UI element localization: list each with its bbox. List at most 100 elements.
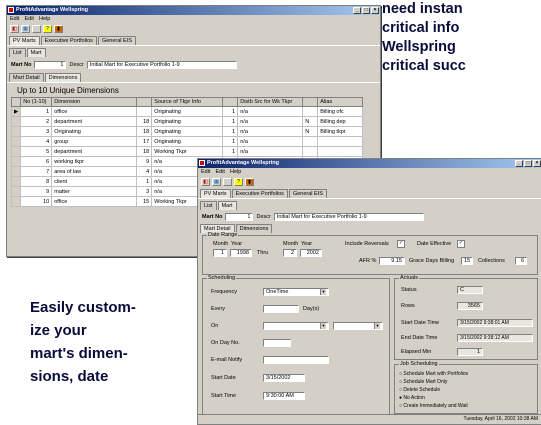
grace-days-field[interactable]: 15 — [461, 257, 473, 265]
table-row[interactable]: 2 department 18 Originating 1 n/a N Billing dep — [10, 116, 363, 127]
blank-icon[interactable] — [223, 178, 232, 186]
cell-source-count[interactable]: 1 — [222, 126, 239, 137]
date-effective-checkbox[interactable]: ✓ — [457, 240, 465, 248]
tab-dimensions[interactable]: Dimensions — [235, 224, 273, 233]
column-header-dimension[interactable]: Dimension — [51, 97, 138, 107]
menu-item-edit[interactable]: Edit — [201, 168, 210, 176]
every-field[interactable] — [263, 305, 299, 313]
on-day-no-field[interactable] — [263, 339, 291, 347]
column-header-no[interactable]: No (1-10) — [20, 97, 53, 107]
to-year-field[interactable]: 2002 — [300, 249, 322, 257]
chevron-down-icon[interactable]: ▼ — [320, 323, 326, 329]
title-bar[interactable]: ProfitAdvantage Wellspring _ □ × — [198, 159, 541, 168]
cell-dim-count[interactable]: 18 — [136, 116, 153, 127]
descr-field[interactable]: Initial Mart for Executive Portfolio 1-9 — [273, 213, 424, 221]
tab-pv-marts[interactable]: PV Marts — [200, 189, 231, 198]
tab-pv-marts[interactable]: PV Marts — [9, 36, 40, 45]
menu-item-edit-2[interactable]: Edit — [215, 168, 224, 176]
radio-create-immediately[interactable]: ○ Create Immediately and Wait — [399, 402, 468, 410]
cell-alias[interactable]: Billing dep — [317, 116, 363, 127]
minimize-icon[interactable]: _ — [515, 160, 523, 167]
cell-alias[interactable]: Billing tkpr — [317, 126, 363, 137]
cell-source[interactable]: Working Tkpr — [151, 146, 224, 157]
maximize-icon[interactable]: □ — [362, 7, 370, 14]
mart-no-field[interactable]: 1 — [225, 213, 254, 221]
from-month-field[interactable]: 1 — [213, 249, 227, 257]
cell-source-count[interactable]: 1 — [222, 146, 239, 157]
minimize-icon[interactable]: _ — [353, 7, 361, 14]
cell-dim-count[interactable]: 1 — [136, 176, 153, 187]
cell-no[interactable]: 7 — [20, 166, 53, 177]
email-notify-field[interactable] — [263, 356, 329, 364]
column-header-distb-src[interactable]: Distb Src for Wk Tkpr — [237, 97, 304, 107]
cell-flag[interactable]: N — [302, 126, 319, 137]
cell-dimension[interactable]: area of law — [51, 166, 138, 177]
cell-no[interactable]: 5 — [20, 146, 53, 157]
table-row[interactable]: 3 Originating 18 Originating 1 n/a N Billing tk… — [10, 126, 363, 137]
frequency-select[interactable]: OneTime ▼ — [263, 288, 329, 296]
help-icon[interactable]: ? — [234, 178, 243, 186]
cell-source[interactable]: Originating — [151, 116, 224, 127]
cell-no[interactable]: 8 — [20, 176, 53, 187]
radio-schedule-with-portfolios[interactable]: ○ Schedule Mart with Portfolios — [399, 370, 468, 378]
start-time-field[interactable]: 9:30:00 AM — [263, 392, 305, 400]
maximize-icon[interactable]: □ — [524, 160, 532, 167]
cell-distb-src[interactable]: n/a — [237, 106, 304, 117]
descr-field[interactable]: Initial Mart for Executive Portfolio 1-9 — [86, 61, 237, 69]
cell-dimension[interactable]: department — [51, 146, 138, 157]
tab-mart[interactable]: Mart — [26, 48, 46, 57]
cell-dim-count[interactable]: 17 — [136, 136, 153, 147]
cell-dimension[interactable]: Originating — [51, 126, 138, 137]
cell-source[interactable]: Originating — [151, 106, 224, 117]
cell-dimension[interactable]: matter — [51, 186, 138, 197]
cell-no[interactable]: 3 — [20, 126, 53, 137]
cell-dim-count[interactable]: 15 — [136, 196, 153, 207]
cell-source-count[interactable]: 1 — [222, 116, 239, 127]
tab-list[interactable]: List — [200, 201, 217, 210]
on-select[interactable]: ▼ — [263, 322, 329, 330]
cell-distb-src[interactable]: n/a — [237, 126, 304, 137]
radio-schedule-mart-only[interactable]: ○ Schedule Mart Only — [399, 378, 468, 386]
cell-flag[interactable] — [302, 136, 319, 147]
table-row[interactable]: 4 group 17 Originating 1 n/a — [10, 136, 363, 147]
tab-mart-detail[interactable]: Mart Detail — [9, 73, 44, 82]
collections-field[interactable]: 6 — [515, 257, 527, 265]
cell-distb-src[interactable]: n/a — [237, 146, 304, 157]
menu-item-edit-2[interactable]: Edit — [24, 15, 33, 23]
title-bar[interactable]: ProfitAdvantage Wellspring _ □ × — [7, 6, 380, 15]
tab-executive-portfolios[interactable]: Executive Portfolios — [40, 36, 97, 45]
cell-distb-src[interactable]: n/a — [237, 136, 304, 147]
table-row[interactable]: ▶ 1 office Originating 1 n/a Billing ofc — [10, 106, 363, 117]
mart-no-field[interactable]: 1 — [34, 61, 67, 69]
from-year-field[interactable]: 1998 — [230, 249, 252, 257]
cell-source[interactable]: Originating — [151, 136, 224, 147]
cell-dimension[interactable]: office — [51, 106, 138, 117]
cell-flag[interactable]: N — [302, 116, 319, 127]
cell-dim-count[interactable]: 4 — [136, 166, 153, 177]
tab-mart[interactable]: Mart — [217, 201, 237, 210]
cell-dim-count[interactable]: 3 — [136, 186, 153, 197]
cell-no[interactable]: 10 — [20, 196, 53, 207]
tab-list[interactable]: List — [9, 48, 26, 57]
cell-flag[interactable] — [302, 146, 319, 157]
tab-executive-portfolios[interactable]: Executive Portfolios — [231, 189, 288, 198]
close-icon[interactable]: × — [371, 7, 379, 14]
cell-no[interactable]: 1 — [20, 106, 53, 117]
menu-item-help[interactable]: Help — [39, 15, 50, 23]
cell-no[interactable]: 2 — [20, 116, 53, 127]
book-icon[interactable]: ▮ — [245, 178, 254, 186]
blank-icon[interactable] — [32, 25, 41, 33]
book-icon[interactable]: ▮ — [54, 25, 63, 33]
cell-dim-count[interactable]: 18 — [136, 126, 153, 137]
tab-general-eis[interactable]: General EIS — [288, 189, 327, 198]
include-reversals-checkbox[interactable]: ✓ — [397, 240, 405, 248]
cell-dimension[interactable]: working tkpr — [51, 156, 138, 167]
cell-dimension[interactable]: client — [51, 176, 138, 187]
cell-dim-count[interactable]: 18 — [136, 146, 153, 157]
chevron-down-icon[interactable]: ▼ — [320, 289, 326, 295]
cell-dimension[interactable]: group — [51, 136, 138, 147]
cell-no[interactable]: 6 — [20, 156, 53, 167]
cell-no[interactable]: 4 — [20, 136, 53, 147]
column-header-alias[interactable]: Alias — [317, 97, 363, 107]
cell-dim-count[interactable]: 9 — [136, 156, 153, 167]
